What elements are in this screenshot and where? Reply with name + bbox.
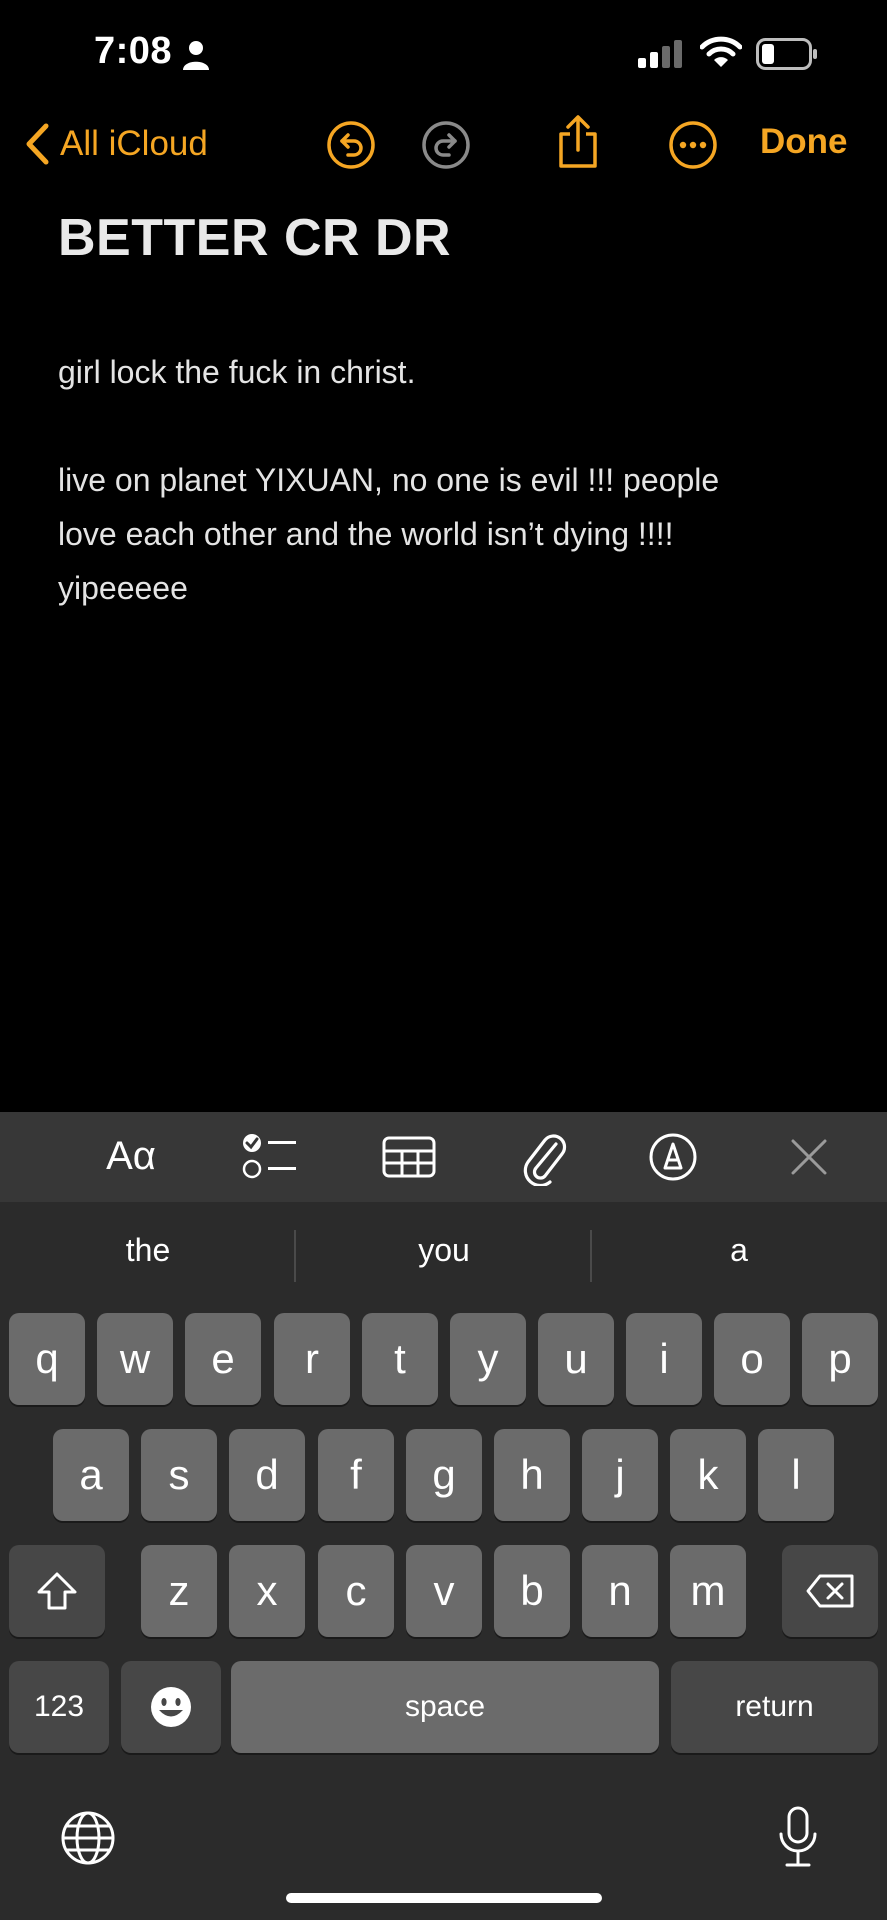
key-n[interactable]: n [582,1545,658,1637]
key-y[interactable]: y [450,1313,526,1405]
undo-icon[interactable] [326,120,376,170]
shift-key[interactable] [9,1545,105,1637]
back-button[interactable]: All iCloud [24,118,208,170]
key-l[interactable]: l [758,1429,834,1521]
emoji-key[interactable] [121,1661,221,1753]
checklist-icon[interactable] [242,1130,298,1182]
key-j[interactable]: j [582,1429,658,1521]
backspace-icon [806,1574,854,1608]
key-i[interactable]: i [626,1313,702,1405]
key-s[interactable]: s [141,1429,217,1521]
space-key[interactable]: space [231,1661,659,1753]
back-label: All iCloud [60,124,208,163]
note-line: live on planet YIXUAN, no one is evil !!… [58,462,720,498]
key-a[interactable]: a [53,1429,129,1521]
wifi-icon [700,36,742,67]
key-v[interactable]: v [406,1545,482,1637]
format-text-button[interactable]: Aα [96,1130,166,1182]
key-p[interactable]: p [802,1313,878,1405]
emoji-icon [151,1687,191,1727]
note-body[interactable]: girl lock the fuck in christ. live on pl… [58,345,848,615]
table-icon[interactable] [382,1136,436,1178]
cellular-signal-icon [638,40,682,68]
key-x[interactable]: x [229,1545,305,1637]
key-k[interactable]: k [670,1429,746,1521]
key-e[interactable]: e [185,1313,261,1405]
key-t[interactable]: t [362,1313,438,1405]
suggestion-item[interactable]: you [319,1232,569,1269]
key-b[interactable]: b [494,1545,570,1637]
note-line: girl lock the fuck in christ. [58,354,416,390]
numbers-key[interactable]: 123 [9,1661,109,1753]
note-line: love each other and the world isn’t dyin… [58,516,674,552]
key-g[interactable]: g [406,1429,482,1521]
redo-icon[interactable] [421,120,471,170]
key-m[interactable]: m [670,1545,746,1637]
note-title[interactable]: BETTER CR DR [58,208,451,268]
key-r[interactable]: r [274,1313,350,1405]
key-q[interactable]: q [9,1313,85,1405]
delete-key[interactable] [782,1545,878,1637]
key-d[interactable]: d [229,1429,305,1521]
chevron-left-icon [26,123,49,165]
person-icon [183,41,209,70]
key-c[interactable]: c [318,1545,394,1637]
battery-icon [756,38,817,70]
key-o[interactable]: o [714,1313,790,1405]
key-u[interactable]: u [538,1313,614,1405]
key-w[interactable]: w [97,1313,173,1405]
paperclip-icon[interactable] [520,1130,568,1186]
suggestion-divider [590,1230,592,1282]
status-time: 7:08 [94,30,173,72]
return-key[interactable]: return [671,1661,878,1753]
home-indicator[interactable] [286,1893,602,1903]
suggestion-item[interactable]: a [614,1232,864,1269]
key-z[interactable]: z [141,1545,217,1637]
suggestion-item[interactable]: the [23,1232,273,1269]
note-line: yipeeeee [58,570,188,606]
shift-arrow-icon [37,1572,77,1610]
key-f[interactable]: f [318,1429,394,1521]
share-icon[interactable] [553,114,603,170]
more-icon[interactable] [668,120,718,170]
done-button[interactable]: Done [760,122,848,162]
close-icon[interactable] [790,1138,828,1176]
key-h[interactable]: h [494,1429,570,1521]
suggestion-divider [294,1230,296,1282]
markup-pen-icon[interactable] [648,1132,698,1182]
microphone-icon[interactable] [778,1806,818,1868]
globe-icon[interactable] [60,1810,116,1866]
